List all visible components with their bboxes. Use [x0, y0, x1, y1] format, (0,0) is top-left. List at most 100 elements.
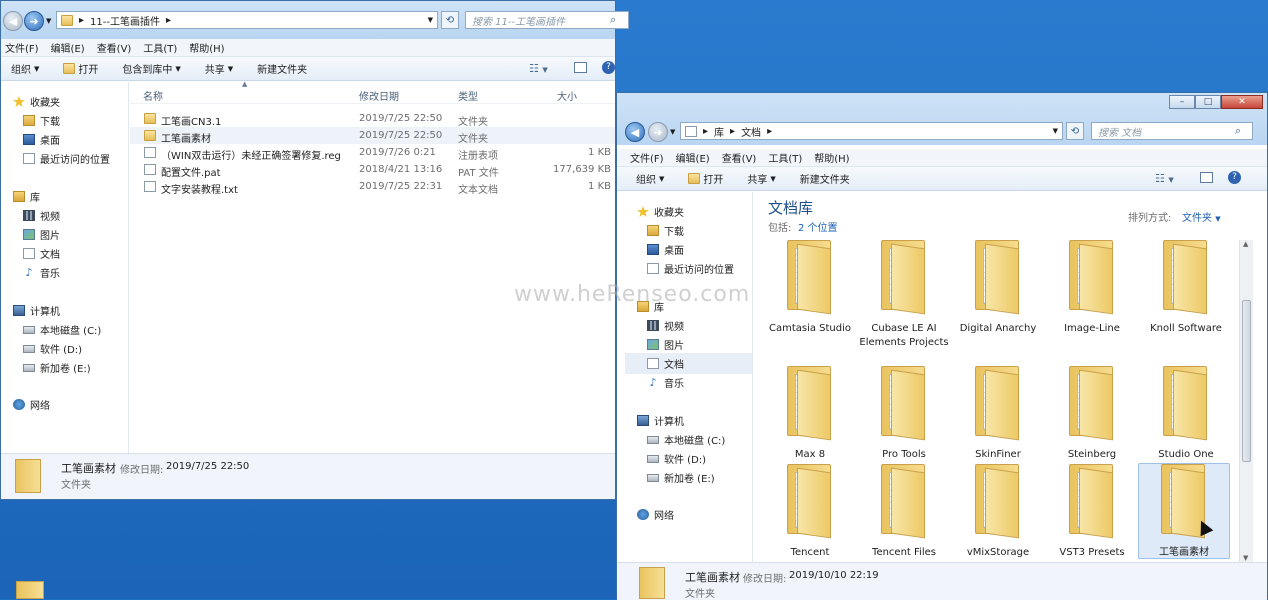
column-date[interactable]: 修改日期: [359, 88, 399, 103]
nav-videos[interactable]: 视频: [23, 208, 60, 223]
scroll-up-icon[interactable]: ▲: [1243, 240, 1248, 248]
nav-libraries[interactable]: 库: [13, 189, 40, 204]
desktop-folder-icon[interactable]: [16, 581, 44, 599]
column-size[interactable]: 大小: [557, 88, 577, 103]
file-row[interactable]: 工笔画CN3.1 2019/7/25 22:50 文件夹: [130, 110, 615, 128]
folder-tile[interactable]: Steinberg: [1046, 366, 1138, 462]
menu-edit[interactable]: 编辑(E): [676, 150, 710, 165]
organize-button[interactable]: 组织 ▼: [11, 61, 39, 77]
nav-videos[interactable]: 视频: [647, 318, 684, 333]
forward-button[interactable]: ➜: [24, 11, 44, 31]
view-options-icon[interactable]: ☷ ▼: [1155, 172, 1174, 185]
nav-music[interactable]: ♪ 音乐: [23, 265, 60, 280]
minimize-button[interactable]: –: [1169, 95, 1195, 109]
organize-button[interactable]: 组织 ▼: [636, 171, 664, 187]
nav-drive-e[interactable]: 新加卷 (E:): [647, 470, 715, 485]
forward-button[interactable]: ➜: [648, 122, 668, 142]
nav-network[interactable]: 网络: [637, 507, 674, 522]
new-folder-button[interactable]: 新建文件夹: [257, 61, 307, 76]
share-button[interactable]: 共享 ▼: [747, 171, 775, 187]
refresh-button[interactable]: ⟲: [1066, 122, 1084, 140]
history-dropdown-icon[interactable]: ▼: [670, 128, 675, 136]
folder-tile[interactable]: Camtasia Studio: [764, 240, 856, 336]
folder-tile-selected[interactable]: 工笔画素材: [1138, 463, 1230, 559]
search-input[interactable]: 搜索 文档: [1091, 122, 1253, 140]
nav-network[interactable]: 网络: [13, 397, 50, 412]
menu-view[interactable]: 查看(V): [97, 40, 132, 55]
open-button[interactable]: 打开: [63, 61, 98, 76]
back-button[interactable]: ◀: [3, 11, 23, 31]
vertical-scrollbar[interactable]: ▲ ▼: [1239, 240, 1253, 562]
preview-pane-icon[interactable]: [1200, 172, 1213, 183]
history-dropdown-icon[interactable]: ▼: [46, 17, 51, 25]
nav-favorites[interactable]: 收藏夹: [637, 204, 684, 219]
help-icon[interactable]: ?: [1228, 171, 1241, 184]
column-name[interactable]: 名称: [143, 88, 163, 103]
nav-computer[interactable]: 计算机: [13, 303, 60, 318]
nav-drive-c[interactable]: 本地磁盘 (C:): [23, 322, 101, 337]
file-row[interactable]: （WIN双击运行）未经正确签署修复.reg 2019/7/26 0:21 注册表…: [130, 144, 615, 162]
includes-locations-link[interactable]: 2 个位置: [798, 219, 838, 234]
folder-tile[interactable]: VST3 Presets: [1046, 464, 1138, 560]
breadcrumb-item[interactable]: 文档: [741, 124, 761, 139]
maximize-button[interactable]: □: [1195, 95, 1221, 109]
menu-file[interactable]: 文件(F): [630, 150, 664, 165]
folder-tile[interactable]: Digital Anarchy: [952, 240, 1044, 336]
address-dropdown-icon[interactable]: ▼: [1053, 127, 1058, 135]
menu-edit[interactable]: 编辑(E): [51, 40, 85, 55]
nav-computer[interactable]: 计算机: [637, 413, 684, 428]
menu-help[interactable]: 帮助(H): [189, 40, 224, 55]
nav-drive-d[interactable]: 软件 (D:): [23, 341, 82, 356]
folder-tile[interactable]: Knoll Software: [1140, 240, 1232, 336]
file-row[interactable]: 配置文件.pat 2018/4/21 13:16 PAT 文件 177,639 …: [130, 161, 615, 179]
arrange-by-dropdown[interactable]: 文件夹 ▼: [1182, 209, 1221, 224]
back-button[interactable]: ◀: [625, 122, 645, 142]
address-bar[interactable]: ▸ 库 ▸ 文档 ▸ ▼: [680, 122, 1063, 140]
include-in-library-button[interactable]: 包含到库中 ▼: [122, 61, 180, 77]
new-folder-button[interactable]: 新建文件夹: [800, 171, 850, 186]
help-icon[interactable]: ?: [602, 61, 615, 74]
nav-music[interactable]: ♪ 音乐: [647, 375, 684, 390]
nav-desktop[interactable]: 桌面: [23, 132, 60, 147]
nav-documents[interactable]: 文档: [625, 353, 752, 374]
scroll-down-icon[interactable]: ▼: [1243, 554, 1248, 562]
nav-desktop[interactable]: 桌面: [647, 242, 684, 257]
menu-tools[interactable]: 工具(T): [768, 150, 802, 165]
nav-favorites[interactable]: 收藏夹: [13, 94, 60, 109]
nav-documents[interactable]: 文档: [23, 246, 60, 261]
file-row[interactable]: 工笔画素材 2019/7/25 22:50 文件夹: [130, 127, 615, 145]
nav-drive-e[interactable]: 新加卷 (E:): [23, 360, 91, 375]
folder-tile[interactable]: Image-Line: [1046, 240, 1138, 336]
scrollbar-thumb[interactable]: [1242, 300, 1251, 462]
file-row[interactable]: 文字安装教程.txt 2019/7/25 22:31 文本文档 1 KB: [130, 178, 615, 196]
open-button[interactable]: 打开: [688, 171, 723, 186]
menu-tools[interactable]: 工具(T): [143, 40, 177, 55]
menu-view[interactable]: 查看(V): [722, 150, 757, 165]
folder-tile[interactable]: Cubase LE AI Elements Projects: [858, 240, 950, 350]
view-options-icon[interactable]: ☷ ▼: [529, 62, 548, 75]
folder-tile[interactable]: Pro Tools: [858, 366, 950, 462]
address-bar[interactable]: ▸ 11--工笔画插件 ▸ ▼: [56, 11, 438, 29]
preview-pane-icon[interactable]: [574, 62, 587, 73]
nav-downloads[interactable]: 下载: [647, 223, 684, 238]
folder-tile[interactable]: vMixStorage: [952, 464, 1044, 560]
nav-pictures[interactable]: 图片: [23, 227, 60, 242]
menu-file[interactable]: 文件(F): [5, 40, 39, 55]
folder-tile[interactable]: Studio One: [1140, 366, 1232, 462]
folder-tile[interactable]: Max 8: [764, 366, 856, 462]
share-button[interactable]: 共享 ▼: [205, 61, 233, 77]
nav-recent[interactable]: 最近访问的位置: [23, 151, 110, 166]
menu-help[interactable]: 帮助(H): [814, 150, 849, 165]
nav-downloads[interactable]: 下载: [23, 113, 60, 128]
breadcrumb-item[interactable]: 11--工笔画插件: [90, 13, 160, 28]
search-input[interactable]: 搜索 11--工笔画插件: [465, 11, 629, 29]
nav-drive-c[interactable]: 本地磁盘 (C:): [647, 432, 725, 447]
nav-drive-d[interactable]: 软件 (D:): [647, 451, 706, 466]
breadcrumb-item[interactable]: 库: [714, 124, 724, 139]
refresh-button[interactable]: ⟲: [441, 11, 459, 29]
nav-recent[interactable]: 最近访问的位置: [647, 261, 734, 276]
nav-pictures[interactable]: 图片: [647, 337, 684, 352]
folder-tile[interactable]: SkinFiner: [952, 366, 1044, 462]
close-button[interactable]: ✕: [1221, 95, 1263, 109]
folder-tile[interactable]: Tencent Files: [858, 464, 950, 560]
